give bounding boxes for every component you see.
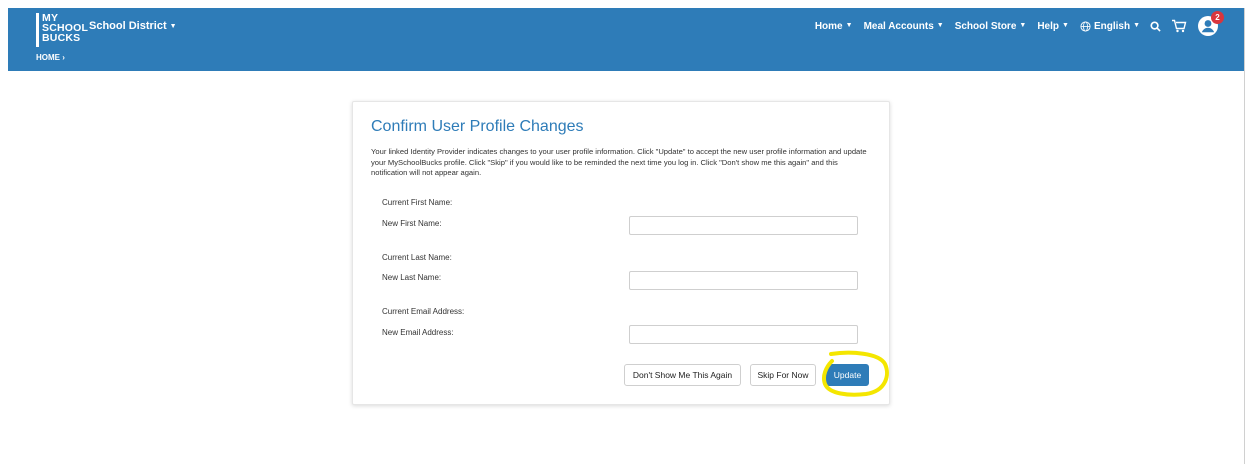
cart-icon[interactable] [1171, 19, 1187, 33]
chevron-down-icon: ▼ [936, 21, 944, 29]
confirm-profile-dialog: Confirm User Profile Changes Your linked… [352, 101, 890, 405]
dialog-description: Your linked Identity Provider indicates … [371, 147, 867, 177]
new-email-field[interactable] [629, 325, 858, 344]
breadcrumb-home[interactable]: HOME › [36, 53, 65, 62]
new-email-label: New Email Address: [382, 328, 454, 337]
breadcrumb[interactable]: HOME › [36, 53, 65, 62]
dont-show-again-button[interactable]: Don't Show Me This Again [624, 364, 741, 386]
new-last-name-label: New Last Name: [382, 273, 442, 282]
main-nav: Home ▼ Meal Accounts ▼ School Store ▼ Help ▼… [804, 11, 1224, 38]
chevron-down-icon: ▼ [845, 21, 853, 29]
nav-language-label: English [1093, 20, 1131, 32]
chevron-down-icon: ▼ [1019, 21, 1027, 29]
scrollbar-track [1244, 8, 1245, 464]
new-last-name-field[interactable] [629, 271, 858, 290]
update-button[interactable]: Update [826, 364, 869, 386]
logo-line-3: BUCKS [42, 32, 81, 44]
chevron-down-icon: ▼ [1133, 21, 1140, 29]
nav-language[interactable]: English ▼ [1080, 21, 1140, 32]
current-last-name-label: Current Last Name: [382, 253, 452, 262]
current-first-name-label: Current First Name: [382, 198, 453, 207]
chevron-down-icon: ▼ [1062, 21, 1069, 29]
new-first-name-label: New First Name: [382, 219, 442, 228]
chevron-down-icon: ▼ [169, 23, 177, 30]
top-navigation-bar: MY SCHOOL BUCKS School District ▼ HOME › … [8, 8, 1244, 71]
nav-home-label: Home [814, 20, 843, 32]
district-label: School District [89, 20, 167, 32]
nav-school-store[interactable]: School Store ▼ [955, 21, 1027, 32]
nav-help-label: Help [1037, 20, 1059, 32]
new-first-name-field[interactable] [629, 216, 858, 235]
dialog-title: Confirm User Profile Changes [371, 118, 584, 135]
nav-school-store-label: School Store [954, 20, 1017, 32]
notification-badge: 2 [1211, 11, 1224, 24]
user-menu[interactable]: 2 [1198, 11, 1224, 36]
district-dropdown[interactable]: School District ▼ [89, 20, 177, 32]
search-icon[interactable] [1150, 20, 1161, 32]
skip-for-now-button[interactable]: Skip For Now [750, 364, 816, 386]
myschoolbucks-logo[interactable]: MY SCHOOL BUCKS [36, 13, 88, 47]
globe-icon [1080, 20, 1091, 32]
nav-home[interactable]: Home ▼ [815, 21, 853, 32]
nav-meal-accounts[interactable]: Meal Accounts ▼ [864, 21, 944, 32]
current-email-label: Current Email Address: [382, 307, 465, 316]
nav-meal-accounts-label: Meal Accounts [863, 20, 934, 32]
nav-help[interactable]: Help ▼ [1037, 21, 1069, 32]
